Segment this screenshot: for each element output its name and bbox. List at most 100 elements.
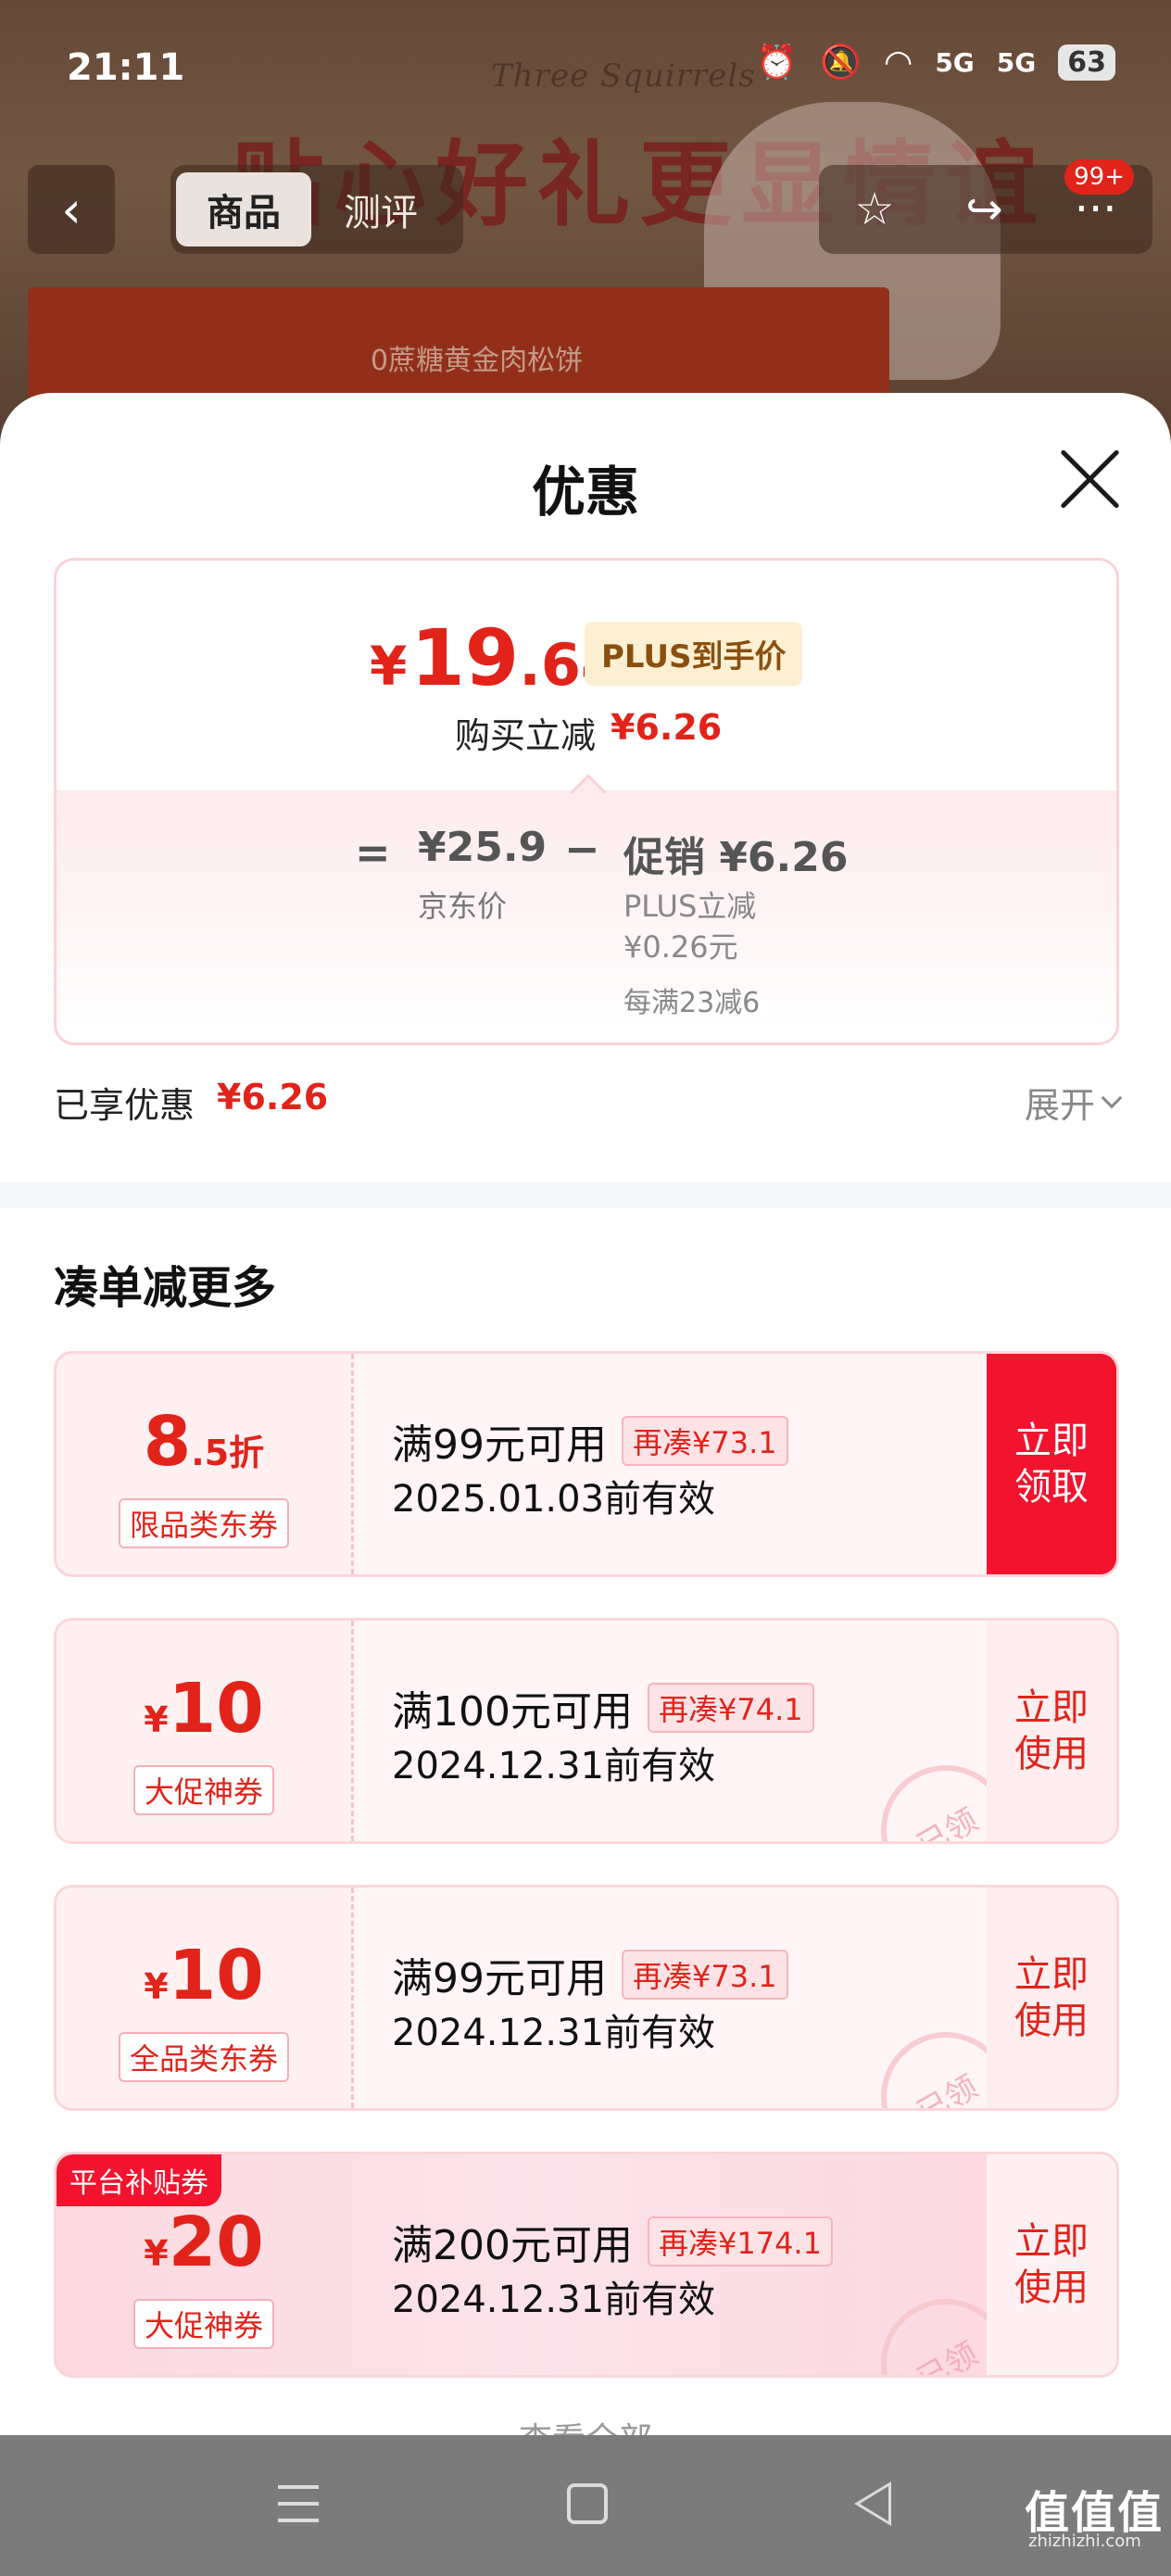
message-badge: 99+ xyxy=(1064,159,1134,195)
coupon-need-more: 再凑¥74.1 xyxy=(647,1683,814,1733)
menu-icon[interactable] xyxy=(278,2485,319,2526)
coupon-type: 大促神券 xyxy=(57,1765,351,1815)
coupon-need-more: 再凑¥73.1 xyxy=(622,1950,788,2000)
coupon-prefix: ¥ xyxy=(144,1966,169,2007)
coupon-type-label: 大促神券 xyxy=(132,2299,274,2349)
coupon-expiry: 2024.12.31前有效 xyxy=(392,2279,716,2321)
plus-reduce-amount: ¥0.26元 xyxy=(623,929,738,965)
claim-coupon-button[interactable]: 立即 领取 xyxy=(987,1354,1116,1574)
use-coupon-button[interactable]: 立即 使用 xyxy=(987,1888,1116,2108)
expand-label: 展开 xyxy=(1024,1085,1095,1126)
coupon-separator xyxy=(351,1888,354,2108)
coupon-value: ¥10 xyxy=(57,1936,351,2015)
coupon-value: ¥10 xyxy=(57,1669,351,1749)
coupon-type: 大促神券 xyxy=(57,2299,351,2349)
price-breakdown: = ¥25.9 京东价 − 促销 ¥6.26 PLUS立减 ¥0.26元 每满2… xyxy=(57,790,1116,1042)
enjoyed-amount: ¥6.26 xyxy=(217,1077,329,1118)
coupon-condition: 满99元可用 xyxy=(392,1421,607,1469)
coupon-type-label: 大促神券 xyxy=(132,1765,274,1815)
coupon-separator xyxy=(351,1621,354,1841)
use-coupon-button[interactable]: 立即 使用 xyxy=(987,1621,1116,1841)
plus-price-tag: PLUS到手价 xyxy=(585,622,803,686)
section-title: 凑单减更多 xyxy=(54,1262,277,1314)
signal-2-icon: 5G xyxy=(996,46,1037,78)
promo-amount: 促销 ¥6.26 xyxy=(623,834,849,881)
coupon-condition-row: 满200元可用 再凑¥174.1 xyxy=(392,2212,833,2271)
coupon-value-big: 10 xyxy=(168,1669,264,1749)
product-navbar: ‹ 商品 测评 ☆ ↪ ··· 99+ xyxy=(0,159,1171,258)
mute-icon: 🔕 xyxy=(820,44,862,82)
discount-sheet: 优惠 ¥ 19 .64 PLUS到手价 购买立减 ¥6.26 = ¥25.9 京… xyxy=(0,393,1171,2459)
instant-reduce: 购买立减 ¥6.26 xyxy=(455,707,722,758)
coupon-type: 全品类东券 xyxy=(57,2032,351,2082)
coupon-value: 8.5折 xyxy=(57,1402,351,1482)
sheet-title: 优惠 xyxy=(531,461,639,524)
favorite-star-icon[interactable]: ☆ xyxy=(854,183,894,235)
nav-actions: ☆ ↪ ··· 99+ xyxy=(819,159,1152,254)
equals-sign: = xyxy=(355,827,391,878)
coupon-prefix: ¥ xyxy=(144,2233,169,2274)
enjoyed-discount-row: 已享优惠 ¥6.26 展开 xyxy=(54,1077,1123,1132)
battery-icon: 63 xyxy=(1058,44,1115,81)
price-card: ¥ 19 .64 PLUS到手价 购买立减 ¥6.26 = ¥25.9 京东价 … xyxy=(54,558,1119,1045)
product-tabs: 商品 测评 xyxy=(170,165,463,254)
promo-rule: 每满23减6 xyxy=(623,987,761,1019)
chevron-left-icon: ‹ xyxy=(61,180,82,239)
coupon-need-more: 再凑¥73.1 xyxy=(622,1416,788,1466)
chevron-down-icon xyxy=(1101,1087,1123,1108)
price-summary: ¥ 19 .64 PLUS到手价 购买立减 ¥6.26 xyxy=(57,561,1116,790)
wifi-icon: ◠ xyxy=(883,43,913,82)
site-watermark-url: zhizhizhi.com xyxy=(1028,2532,1141,2551)
status-icons: ⏰ 🔕 ◠ 5G 5G 63 xyxy=(756,43,1115,82)
coupon-value-big: 20 xyxy=(168,2203,264,2282)
coupon-card: 平台补贴券 ¥20 大促神券 满200元可用 再凑¥174.1 2024.12.… xyxy=(54,2152,1119,2378)
coupon-expiry: 2024.12.31前有效 xyxy=(392,2012,716,2054)
coupon-expiry: 2024.12.31前有效 xyxy=(392,1745,716,1787)
use-coupon-button[interactable]: 立即 使用 xyxy=(987,2154,1116,2375)
instant-reduce-amount: ¥6.26 xyxy=(611,707,723,748)
coupon-type: 限品类东券 xyxy=(57,1498,351,1548)
alarm-icon: ⏰ xyxy=(756,44,799,82)
coupon-value-small: .5折 xyxy=(191,1433,265,1473)
coupon-type-label: 限品类东券 xyxy=(118,1498,289,1548)
enjoyed-label: 已享优惠 xyxy=(54,1085,195,1126)
coupon-value-big: 10 xyxy=(168,1936,264,2015)
final-price-integer: 19 xyxy=(410,612,520,703)
back-button[interactable]: ‹ xyxy=(28,165,115,254)
coupon-expiry: 2025.01.03前有效 xyxy=(392,1478,716,1521)
coupon-condition-row: 满99元可用 再凑¥73.1 xyxy=(392,1411,788,1471)
coupon-value: ¥20 xyxy=(57,2203,351,2282)
signal-1-icon: 5G xyxy=(935,46,975,78)
share-icon[interactable]: ↪ xyxy=(966,183,1003,235)
minus-sign: − xyxy=(564,824,600,874)
subsidy-tag: 平台补贴券 xyxy=(57,2154,221,2206)
jd-price-label: 京东价 xyxy=(418,889,508,924)
coupon-prefix: ¥ xyxy=(144,1699,169,1740)
coupon-condition: 满99元可用 xyxy=(392,1955,607,2002)
coupon-type-label: 全品类东券 xyxy=(118,2032,289,2082)
expand-button[interactable]: 展开 xyxy=(1024,1077,1123,1128)
coupon-condition: 满100元可用 xyxy=(392,1688,633,1736)
section-divider xyxy=(0,1182,1171,1208)
coupon-card: 8.5折 限品类东券 满99元可用 再凑¥73.1 2025.01.03前有效 … xyxy=(54,1351,1119,1577)
coupon-condition-row: 满99元可用 再凑¥73.1 xyxy=(392,1945,788,2004)
home-icon[interactable] xyxy=(567,2483,608,2524)
coupon-condition-row: 满100元可用 再凑¥74.1 xyxy=(392,1678,814,1737)
instant-reduce-label: 购买立减 xyxy=(455,715,597,756)
coupon-condition: 满200元可用 xyxy=(392,2222,633,2269)
final-price-currency: ¥ xyxy=(370,635,408,698)
status-bar: 21:11 ⏰ 🔕 ◠ 5G 5G 63 xyxy=(0,0,1171,130)
final-price: ¥ 19 .64 xyxy=(370,612,621,703)
coupon-card: ¥10 大促神券 满100元可用 再凑¥74.1 2024.12.31前有效 已… xyxy=(54,1618,1119,1844)
coupon-value-big: 8 xyxy=(143,1402,192,1482)
tab-product[interactable]: 商品 xyxy=(176,172,311,246)
back-triangle-icon[interactable] xyxy=(854,2481,891,2526)
system-nav-bar: 值值值 zhizhizhi.com xyxy=(0,2435,1171,2576)
plus-reduce-label: PLUS立减 xyxy=(623,889,757,924)
close-icon[interactable] xyxy=(1056,445,1125,513)
jd-price: ¥25.9 xyxy=(418,824,548,871)
tab-review[interactable]: 测评 xyxy=(311,172,450,246)
coupon-need-more: 再凑¥174.1 xyxy=(647,2216,833,2267)
coupon-card: ¥10 全品类东券 满99元可用 再凑¥73.1 2024.12.31前有效 已… xyxy=(54,1885,1119,2111)
status-time: 21:11 xyxy=(67,46,185,89)
